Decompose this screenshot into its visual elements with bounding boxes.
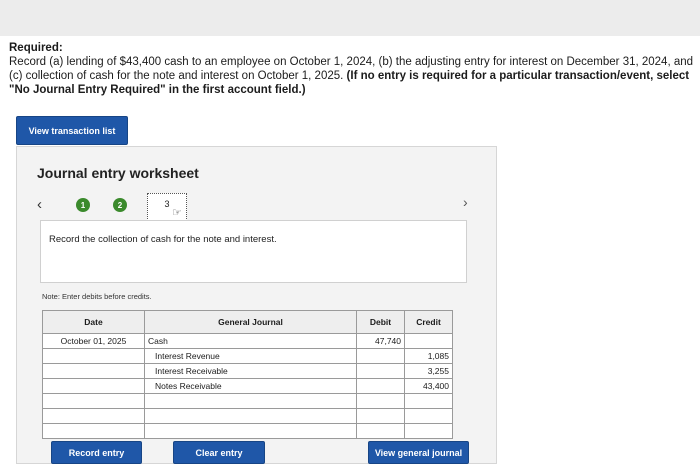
date-cell[interactable] — [42, 378, 145, 394]
table-row — [42, 423, 453, 439]
date-cell[interactable] — [42, 348, 145, 364]
instruction-box — [40, 220, 467, 283]
date-cell[interactable] — [42, 363, 145, 379]
debit-cell[interactable] — [356, 408, 405, 424]
top-band — [0, 0, 700, 36]
step-3-label: 3 — [164, 199, 170, 209]
required-instructions: Required: Record (a) lending of $43,400 … — [9, 41, 699, 97]
chevron-left-icon[interactable]: ‹ — [37, 196, 42, 213]
date-cell[interactable] — [42, 423, 145, 439]
worksheet-title: Journal entry worksheet — [37, 165, 199, 181]
credit-cell[interactable]: 3,255 — [404, 363, 453, 379]
view-transaction-list-button[interactable]: View transaction list — [16, 116, 128, 145]
record-entry-button[interactable]: Record entry — [51, 441, 142, 464]
table-row — [42, 408, 453, 424]
account-cell[interactable]: Interest Receivable — [144, 363, 357, 379]
debit-cell[interactable] — [356, 423, 405, 439]
table-row: October 01, 2025 Cash 47,740 — [42, 333, 453, 349]
debit-cell[interactable] — [356, 393, 405, 409]
credit-header: Credit — [404, 310, 453, 334]
step-2-button[interactable]: 2 — [113, 198, 127, 212]
date-cell[interactable]: October 01, 2025 — [42, 333, 145, 349]
account-cell[interactable]: Interest Revenue — [144, 348, 357, 364]
date-cell[interactable] — [42, 408, 145, 424]
account-cell[interactable] — [144, 408, 357, 424]
general-journal-header: General Journal — [144, 310, 357, 334]
chevron-right-icon[interactable]: › — [463, 194, 468, 210]
credit-cell[interactable]: 1,085 — [404, 348, 453, 364]
debit-cell[interactable]: 47,740 — [356, 333, 405, 349]
credit-cell[interactable]: 43,400 — [404, 378, 453, 394]
debit-cell[interactable] — [356, 363, 405, 379]
instruction-text: Record the collection of cash for the no… — [49, 234, 277, 245]
credit-cell[interactable] — [404, 333, 453, 349]
view-general-journal-button[interactable]: View general journal — [368, 441, 469, 464]
account-cell[interactable] — [144, 393, 357, 409]
journal-table: Date General Journal Debit Credit Octobe… — [42, 310, 453, 439]
credit-cell[interactable] — [404, 408, 453, 424]
credit-cell[interactable] — [404, 393, 453, 409]
debit-cell[interactable] — [356, 348, 405, 364]
table-row: Notes Receivable 43,400 — [42, 378, 453, 394]
account-cell[interactable] — [144, 423, 357, 439]
table-row: Interest Revenue 1,085 — [42, 348, 453, 364]
credit-cell[interactable] — [404, 423, 453, 439]
account-cell[interactable]: Cash — [144, 333, 357, 349]
debits-note: Note: Enter debits before credits. — [42, 292, 152, 301]
step-1-button[interactable]: 1 — [76, 198, 90, 212]
debit-cell[interactable] — [356, 378, 405, 394]
debit-header: Debit — [356, 310, 405, 334]
hand-cursor-icon: ☞ — [172, 207, 182, 219]
table-row: Interest Receivable 3,255 — [42, 363, 453, 379]
required-title: Required: — [9, 42, 63, 54]
date-header: Date — [42, 310, 145, 334]
table-row — [42, 393, 453, 409]
journal-header-row: Date General Journal Debit Credit — [42, 310, 453, 334]
account-cell[interactable]: Notes Receivable — [144, 378, 357, 394]
clear-entry-button[interactable]: Clear entry — [173, 441, 265, 464]
date-cell[interactable] — [42, 393, 145, 409]
